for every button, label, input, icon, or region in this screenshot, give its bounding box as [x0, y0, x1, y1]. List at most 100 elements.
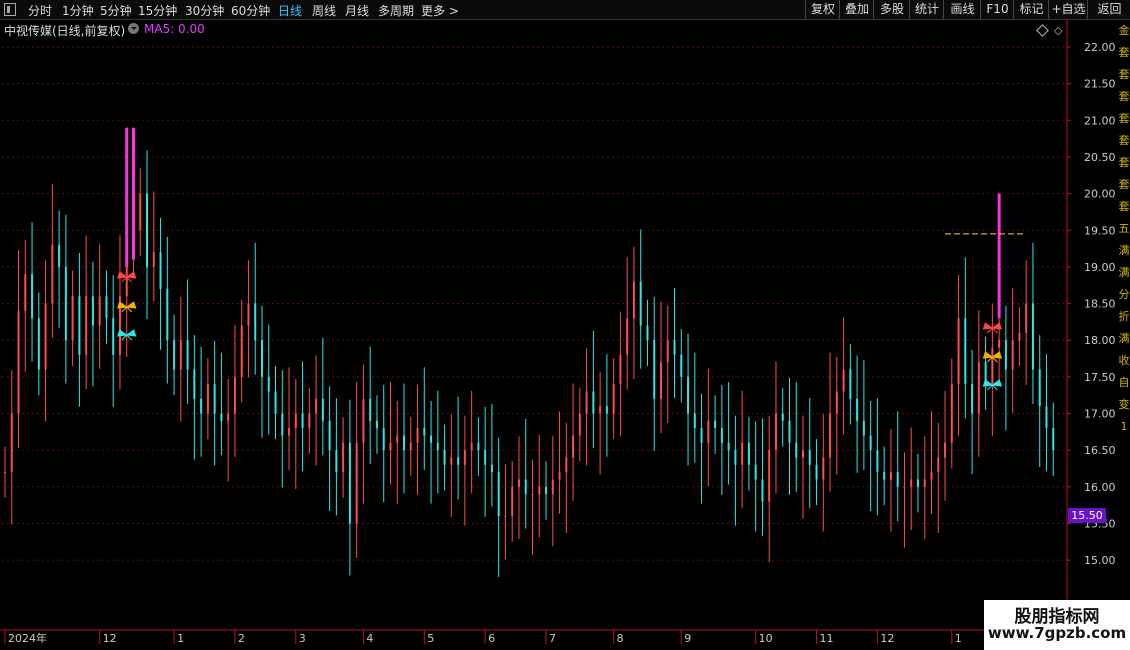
signal-bar: [131, 127, 135, 260]
watermark: 股朋指标网 www.7gpzb.com: [984, 600, 1130, 650]
candle-body: [463, 450, 466, 465]
candle-body: [545, 486, 548, 495]
candle-body: [78, 296, 81, 355]
candle-body: [382, 428, 385, 451]
candle-body: [531, 494, 534, 496]
y-tick-label: 16.50: [1084, 444, 1116, 457]
signal-bar: [125, 127, 129, 267]
candle-body: [592, 391, 595, 414]
candle-body: [896, 472, 899, 487]
candle-body: [294, 413, 297, 429]
candle-body: [802, 450, 805, 458]
candle-body: [233, 376, 236, 414]
candle-body: [4, 472, 6, 474]
candle-body: [159, 252, 162, 289]
candle-body: [619, 354, 622, 385]
candle-body: [977, 362, 980, 414]
candle-body: [490, 464, 493, 473]
candle-body: [517, 479, 520, 487]
candle-body: [788, 420, 791, 443]
x-tick-label: 3: [299, 632, 306, 645]
candle-body: [950, 384, 953, 443]
x-tick-label: 2: [238, 632, 245, 645]
kline-chart[interactable]: 22.00 21.50 21.00 20.50 20.00 19.50 19.00 18.50…: [0, 0, 1130, 650]
candle-body: [910, 479, 913, 487]
x-tick-label: 1: [177, 632, 184, 645]
candle-body: [64, 266, 67, 341]
candle-body: [944, 442, 947, 458]
candle-body: [220, 413, 223, 421]
candle-body: [457, 457, 460, 465]
candle-body: [1052, 428, 1055, 451]
candle-body: [916, 479, 919, 487]
candle-body: [112, 318, 115, 355]
x-tick-label: 8: [617, 632, 624, 645]
candle-body: [504, 516, 507, 518]
candle-body: [355, 442, 358, 524]
candle-body: [808, 450, 811, 465]
candle-body: [321, 398, 324, 421]
candle-body: [876, 450, 879, 473]
candle-body: [747, 442, 750, 465]
candle-body: [578, 413, 581, 436]
candle-body: [680, 354, 683, 377]
side-strip-char: 收: [1118, 354, 1130, 367]
candle-body: [585, 391, 588, 414]
candle-body: [869, 435, 872, 451]
candle-body: [727, 442, 730, 451]
candle-body: [1025, 303, 1028, 333]
side-strip: 金套套套套套套套套五满满分折满收自变1: [1118, 20, 1130, 480]
candle-body: [227, 413, 230, 421]
y-tick-label: 19.50: [1084, 224, 1116, 237]
candle-body: [206, 384, 209, 414]
candle-body: [85, 296, 88, 355]
candle-body: [193, 369, 196, 399]
candle-body: [409, 442, 412, 451]
x-tick-label: 7: [549, 632, 556, 645]
candle-body: [497, 472, 500, 517]
candle-body: [328, 420, 331, 451]
candle-body: [308, 413, 311, 429]
candle-body: [626, 318, 629, 355]
candle-body: [599, 406, 602, 414]
candle-body: [152, 252, 155, 267]
side-strip-char: 满: [1118, 266, 1130, 279]
side-strip-char: 五: [1118, 222, 1130, 235]
candle-body: [795, 442, 798, 458]
candle-body: [957, 318, 960, 385]
x-tick-label: 2024年: [8, 631, 47, 645]
candle-body: [173, 340, 176, 370]
candle-body: [815, 464, 818, 480]
candle-body: [639, 281, 642, 326]
candle-body: [903, 486, 906, 488]
candle-body: [139, 193, 142, 231]
candle-body: [450, 457, 453, 465]
candle-body: [829, 413, 832, 458]
candle-body: [335, 450, 338, 473]
candle-body: [673, 340, 676, 355]
candle-body: [768, 450, 771, 502]
side-strip-char: 满: [1118, 244, 1130, 257]
candle-body: [761, 479, 764, 502]
candle-body: [274, 391, 277, 414]
signal-bar: [997, 193, 1001, 319]
side-strip-char: 套: [1118, 68, 1130, 81]
candle-body: [937, 457, 940, 473]
candle-body: [605, 406, 608, 414]
candle-body: [1045, 406, 1048, 429]
side-strip-char: 套: [1118, 200, 1130, 213]
y-tick-label: 22.00: [1084, 41, 1116, 54]
candle-body: [659, 362, 662, 399]
y-tick-label: 17.50: [1084, 371, 1116, 384]
side-strip-char: 分: [1118, 288, 1130, 301]
candle-body: [524, 479, 527, 495]
candle-body: [1004, 340, 1007, 370]
candle-body: [186, 340, 189, 370]
y-tick-label: 21.00: [1084, 114, 1116, 127]
candle-body: [213, 384, 216, 414]
y-tick-label: 19.00: [1084, 261, 1116, 274]
candle-body: [10, 413, 13, 473]
candle-body: [24, 274, 27, 311]
candle-body: [741, 442, 744, 465]
candle-body: [470, 442, 473, 451]
